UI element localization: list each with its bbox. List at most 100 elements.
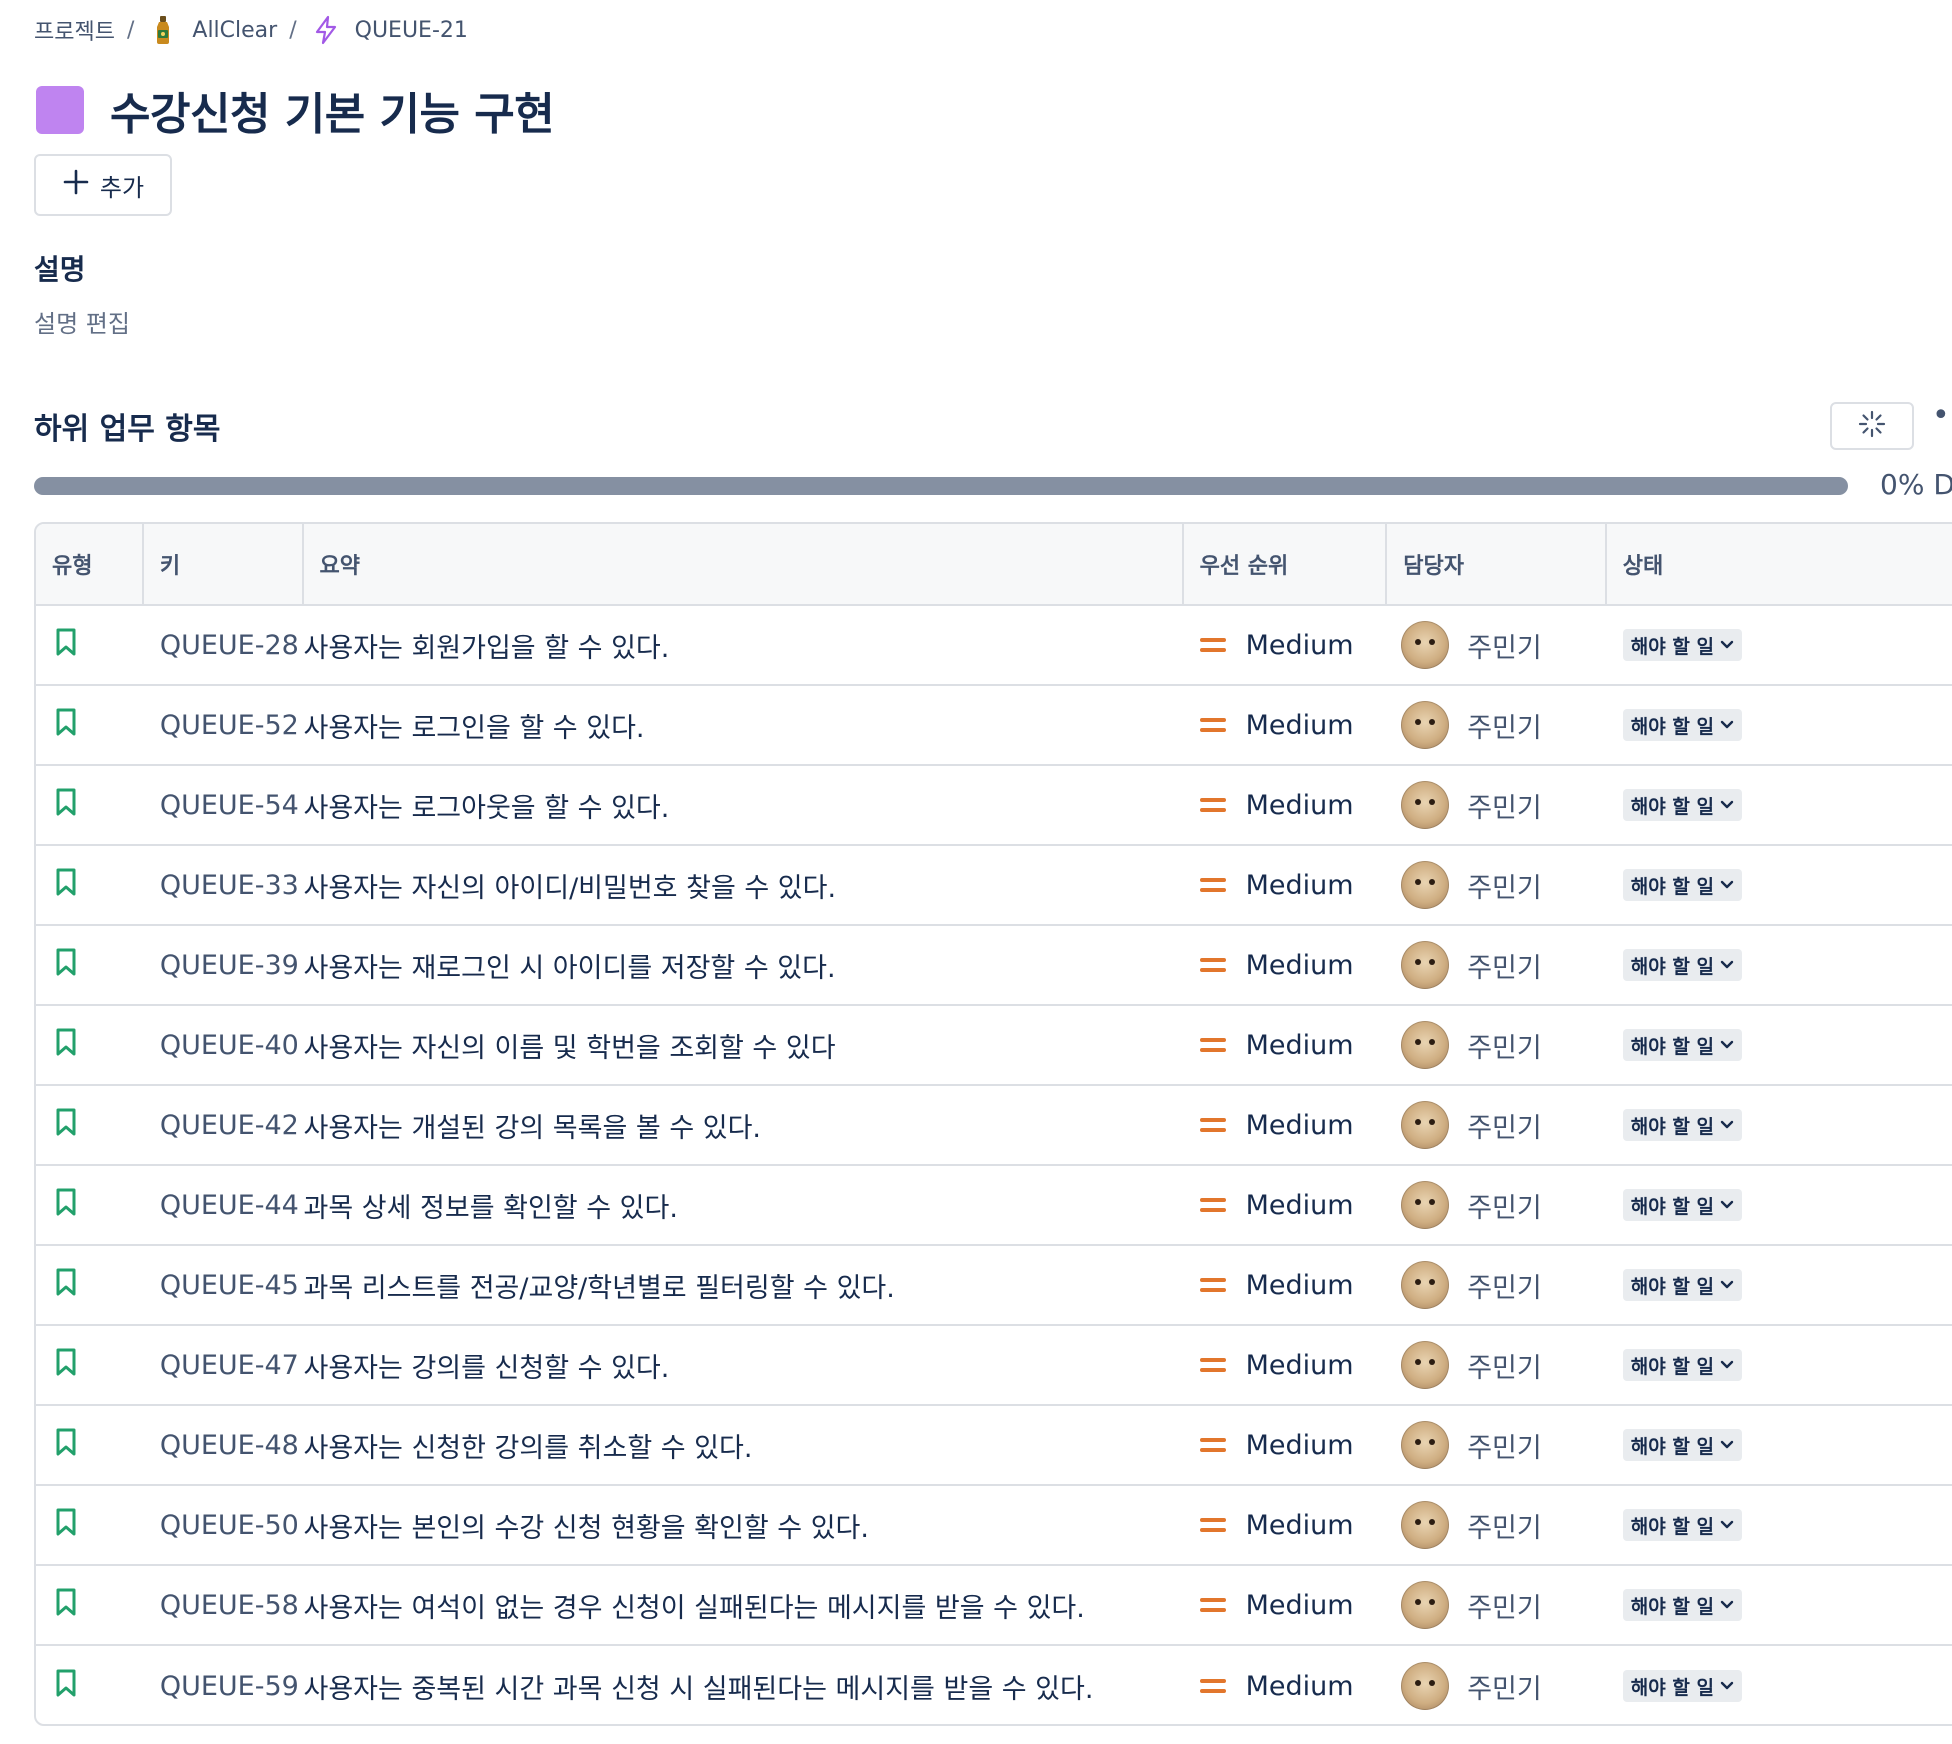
issue-key[interactable]: QUEUE-39 [144, 926, 304, 1004]
description-edit[interactable]: 설명 편집 [34, 304, 130, 339]
issue-key[interactable]: QUEUE-47 [144, 1326, 304, 1404]
issue-key[interactable]: QUEUE-52 [144, 686, 304, 764]
priority-cell[interactable]: Medium [1184, 1006, 1388, 1084]
column-summary[interactable]: 요약 [304, 524, 1184, 604]
priority-cell[interactable]: Medium [1184, 766, 1388, 844]
assignee-cell[interactable]: 주민기 [1387, 1086, 1607, 1164]
issue-summary[interactable]: 사용자는 로그인을 할 수 있다. [304, 686, 1184, 764]
status-dropdown[interactable]: 해야 할 일 [1622, 1429, 1742, 1461]
status-dropdown[interactable]: 해야 할 일 [1622, 1349, 1742, 1381]
issue-summary[interactable]: 사용자는 자신의 아이디/비밀번호 찾을 수 있다. [304, 846, 1184, 924]
issue-summary[interactable]: 사용자는 여석이 없는 경우 신청이 실패된다는 메시지를 받을 수 있다. [304, 1566, 1184, 1644]
status-dropdown[interactable]: 해야 할 일 [1622, 949, 1742, 981]
priority-cell[interactable]: Medium [1184, 606, 1388, 684]
issue-summary[interactable]: 사용자는 로그아웃을 할 수 있다. [304, 766, 1184, 844]
table-row[interactable]: QUEUE-40 사용자는 자신의 이름 및 학번을 조회할 수 있다 Medi… [36, 1006, 1952, 1086]
issue-key[interactable]: QUEUE-48 [144, 1406, 304, 1484]
priority-cell[interactable]: Medium [1184, 1646, 1388, 1724]
column-priority[interactable]: 우선 순위 [1184, 524, 1388, 604]
priority-cell[interactable]: Medium [1184, 1486, 1388, 1564]
issue-summary[interactable]: 사용자는 본인의 수강 신청 현황을 확인할 수 있다. [304, 1486, 1184, 1564]
status-dropdown[interactable]: 해야 할 일 [1622, 709, 1742, 741]
status-dropdown[interactable]: 해야 할 일 [1622, 1509, 1742, 1541]
assignee-cell[interactable]: 주민기 [1387, 766, 1607, 844]
issue-key[interactable]: QUEUE-59 [144, 1646, 304, 1724]
issue-key[interactable]: QUEUE-45 [144, 1246, 304, 1324]
type-cell [36, 926, 144, 1004]
assignee-cell[interactable]: 주민기 [1387, 686, 1607, 764]
status-dropdown[interactable]: 해야 할 일 [1622, 1269, 1742, 1301]
status-dropdown[interactable]: 해야 할 일 [1622, 869, 1742, 901]
page-title[interactable]: 수강신청 기본 기능 구현 [110, 78, 555, 142]
table-row[interactable]: QUEUE-48 사용자는 신청한 강의를 취소할 수 있다. Medium 주… [36, 1406, 1952, 1486]
column-status[interactable]: 상태 [1607, 524, 1952, 604]
priority-label: Medium [1245, 1429, 1354, 1461]
assignee-cell[interactable]: 주민기 [1387, 606, 1607, 684]
issue-key[interactable]: QUEUE-33 [144, 846, 304, 924]
column-key[interactable]: 키 [144, 524, 304, 604]
issue-key[interactable]: QUEUE-58 [144, 1566, 304, 1644]
more-icon[interactable]: •• [1932, 398, 1952, 433]
assignee-cell[interactable]: 주민기 [1387, 1406, 1607, 1484]
subtask-options-button[interactable] [1830, 402, 1914, 450]
priority-cell[interactable]: Medium [1184, 1246, 1388, 1324]
assignee-cell[interactable]: 주민기 [1387, 926, 1607, 1004]
assignee-cell[interactable]: 주민기 [1387, 1006, 1607, 1084]
column-assignee[interactable]: 담당자 [1387, 524, 1607, 604]
priority-cell[interactable]: Medium [1184, 1566, 1388, 1644]
issue-summary[interactable]: 과목 상세 정보를 확인할 수 있다. [304, 1166, 1184, 1244]
issue-summary[interactable]: 사용자는 신청한 강의를 취소할 수 있다. [304, 1406, 1184, 1484]
table-row[interactable]: QUEUE-33 사용자는 자신의 아이디/비밀번호 찾을 수 있다. Medi… [36, 846, 1952, 926]
priority-cell[interactable]: Medium [1184, 926, 1388, 1004]
table-row[interactable]: QUEUE-52 사용자는 로그인을 할 수 있다. Medium 주민기 해야… [36, 686, 1952, 766]
status-dropdown[interactable]: 해야 할 일 [1622, 1029, 1742, 1061]
breadcrumb-project[interactable]: AllClear [192, 18, 277, 43]
priority-cell[interactable]: Medium [1184, 846, 1388, 924]
issue-summary[interactable]: 사용자는 회원가입을 할 수 있다. [304, 606, 1184, 684]
assignee-cell[interactable]: 주민기 [1387, 1486, 1607, 1564]
table-row[interactable]: QUEUE-39 사용자는 재로그인 시 아이디를 저장할 수 있다. Medi… [36, 926, 1952, 1006]
add-button[interactable]: 추가 [34, 154, 172, 216]
issue-summary[interactable]: 사용자는 재로그인 시 아이디를 저장할 수 있다. [304, 926, 1184, 1004]
table-row[interactable]: QUEUE-47 사용자는 강의를 신청할 수 있다. Medium 주민기 해… [36, 1326, 1952, 1406]
priority-cell[interactable]: Medium [1184, 1086, 1388, 1164]
priority-cell[interactable]: Medium [1184, 1326, 1388, 1404]
assignee-cell[interactable]: 주민기 [1387, 846, 1607, 924]
assignee-cell[interactable]: 주민기 [1387, 1646, 1607, 1724]
issue-summary[interactable]: 사용자는 자신의 이름 및 학번을 조회할 수 있다 [304, 1006, 1184, 1084]
issue-summary[interactable]: 사용자는 강의를 신청할 수 있다. [304, 1326, 1184, 1404]
issue-key[interactable]: QUEUE-40 [144, 1006, 304, 1084]
priority-cell[interactable]: Medium [1184, 1166, 1388, 1244]
table-row[interactable]: QUEUE-44 과목 상세 정보를 확인할 수 있다. Medium 주민기 … [36, 1166, 1952, 1246]
assignee-cell[interactable]: 주민기 [1387, 1326, 1607, 1404]
column-type[interactable]: 유형 [36, 524, 144, 604]
table-row[interactable]: QUEUE-58 사용자는 여석이 없는 경우 신청이 실패된다는 메시지를 받… [36, 1566, 1952, 1646]
table-row[interactable]: QUEUE-45 과목 리스트를 전공/교양/학년별로 필터링할 수 있다. M… [36, 1246, 1952, 1326]
priority-cell[interactable]: Medium [1184, 686, 1388, 764]
assignee-cell[interactable]: 주민기 [1387, 1246, 1607, 1324]
breadcrumb-projects[interactable]: 프로젝트 [34, 14, 115, 46]
issue-key[interactable]: QUEUE-50 [144, 1486, 304, 1564]
status-dropdown[interactable]: 해야 할 일 [1622, 629, 1742, 661]
status-dropdown[interactable]: 해야 할 일 [1622, 1189, 1742, 1221]
status-dropdown[interactable]: 해야 할 일 [1622, 1109, 1742, 1141]
table-row[interactable]: QUEUE-42 사용자는 개설된 강의 목록을 볼 수 있다. Medium … [36, 1086, 1952, 1166]
table-row[interactable]: QUEUE-59 사용자는 중복된 시간 과목 신청 시 실패된다는 메시지를 … [36, 1646, 1952, 1724]
issue-key[interactable]: QUEUE-28 [144, 606, 304, 684]
issue-key[interactable]: QUEUE-44 [144, 1166, 304, 1244]
status-dropdown[interactable]: 해야 할 일 [1622, 1589, 1742, 1621]
issue-key[interactable]: QUEUE-42 [144, 1086, 304, 1164]
issue-summary[interactable]: 과목 리스트를 전공/교양/학년별로 필터링할 수 있다. [304, 1246, 1184, 1324]
issue-summary[interactable]: 사용자는 중복된 시간 과목 신청 시 실패된다는 메시지를 받을 수 있다. [304, 1646, 1184, 1724]
table-row[interactable]: QUEUE-28 사용자는 회원가입을 할 수 있다. Medium 주민기 해… [36, 606, 1952, 686]
status-dropdown[interactable]: 해야 할 일 [1622, 1670, 1742, 1702]
assignee-cell[interactable]: 주민기 [1387, 1166, 1607, 1244]
assignee-cell[interactable]: 주민기 [1387, 1566, 1607, 1644]
table-row[interactable]: QUEUE-54 사용자는 로그아웃을 할 수 있다. Medium 주민기 해… [36, 766, 1952, 846]
breadcrumb-issue-key[interactable]: QUEUE-21 [355, 18, 468, 43]
table-row[interactable]: QUEUE-50 사용자는 본인의 수강 신청 현황을 확인할 수 있다. Me… [36, 1486, 1952, 1566]
issue-summary[interactable]: 사용자는 개설된 강의 목록을 볼 수 있다. [304, 1086, 1184, 1164]
priority-cell[interactable]: Medium [1184, 1406, 1388, 1484]
status-dropdown[interactable]: 해야 할 일 [1622, 789, 1742, 821]
issue-key[interactable]: QUEUE-54 [144, 766, 304, 844]
